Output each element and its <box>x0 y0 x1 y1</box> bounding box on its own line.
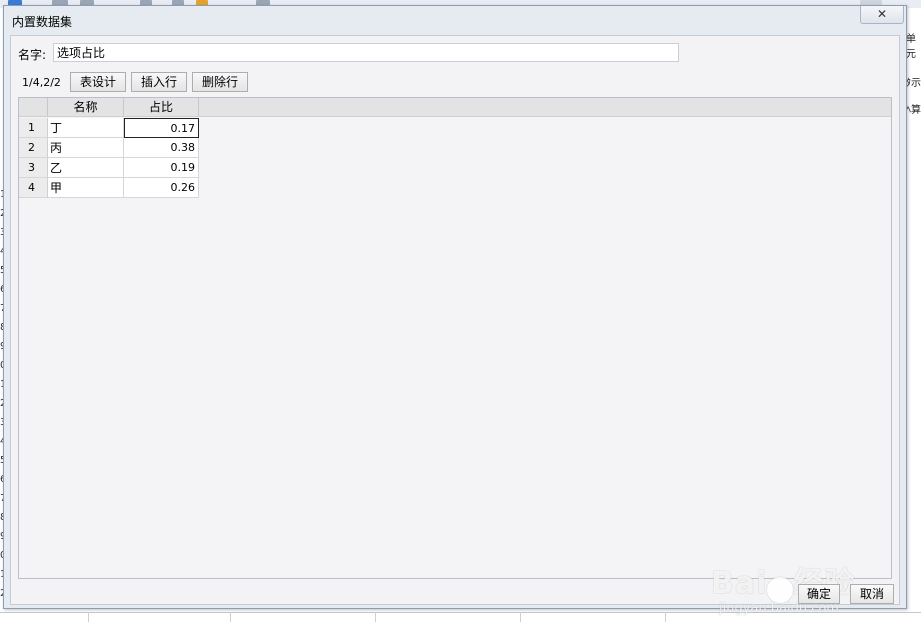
ratio-cell[interactable]: 0.38 <box>124 138 199 158</box>
table-row: 3 乙 0.19 <box>19 158 199 178</box>
name-cell[interactable]: 丁 <box>48 118 124 138</box>
column-header-name[interactable]: 名称 <box>48 98 124 116</box>
column-header-ratio[interactable]: 占比 <box>124 98 199 116</box>
background-gridline <box>375 612 376 622</box>
ratio-cell[interactable]: 0.26 <box>124 178 199 198</box>
dialog-title: 内置数据集 <box>12 15 73 29</box>
row-number-header[interactable] <box>19 98 48 116</box>
insert-row-button[interactable]: 插入行 <box>131 72 187 92</box>
name-cell[interactable]: 丙 <box>48 138 124 158</box>
background-gridline <box>520 612 521 622</box>
row-number[interactable]: 2 <box>19 138 48 158</box>
row-number[interactable]: 1 <box>19 118 48 138</box>
name-label: 名字: <box>18 48 47 62</box>
background-gridline <box>230 612 231 622</box>
name-cell[interactable]: 甲 <box>48 178 124 198</box>
ratio-cell[interactable]: 0.17 <box>124 118 199 138</box>
table-header: 名称 占比 <box>19 98 891 117</box>
cancel-button[interactable]: 取消 <box>850 584 894 604</box>
watermark-brand: Bai <box>711 566 768 601</box>
row-number[interactable]: 4 <box>19 178 48 198</box>
close-button[interactable]: ✕ <box>860 6 904 24</box>
ratio-cell[interactable]: 0.19 <box>124 158 199 178</box>
table-row: 4 甲 0.26 <box>19 178 199 198</box>
delete-row-button[interactable]: 删除行 <box>192 72 248 92</box>
ok-button[interactable]: 确定 <box>798 584 840 604</box>
background-text: ﾀ示 <box>906 78 921 89</box>
row-number[interactable]: 3 <box>19 158 48 178</box>
builtin-dataset-dialog: 内置数据集 ✕ 名字: 1/4,2/2 表设计 插入行 删除行 名称 占比 1 … <box>3 5 907 616</box>
table-row: 2 丙 0.38 <box>19 138 199 158</box>
dialog-title-bar[interactable]: 内置数据集 ✕ <box>4 6 906 34</box>
table-design-button[interactable]: 表设计 <box>70 72 126 92</box>
background-gridline <box>88 612 89 622</box>
background-text: ﾍ算 <box>906 105 921 116</box>
background-text: 单元 <box>906 34 916 60</box>
background-gridline <box>665 612 666 622</box>
page-info: 1/4,2/2 <box>22 76 61 89</box>
data-table: 名称 占比 1 丁 0.17 2 丙 0.38 3 乙 0.19 4 甲 0.2… <box>18 97 892 579</box>
table-row: 1 丁 0.17 <box>19 118 199 138</box>
background-right-panel: 单元 ﾀ示 ﾍ算 <box>906 30 921 116</box>
close-icon: ✕ <box>876 7 888 21</box>
dialog-content: 名字: 1/4,2/2 表设计 插入行 删除行 名称 占比 1 丁 0.17 2… <box>10 35 900 616</box>
name-cell[interactable]: 乙 <box>48 158 124 178</box>
name-input[interactable] <box>53 43 679 62</box>
paw-icon <box>767 576 794 603</box>
